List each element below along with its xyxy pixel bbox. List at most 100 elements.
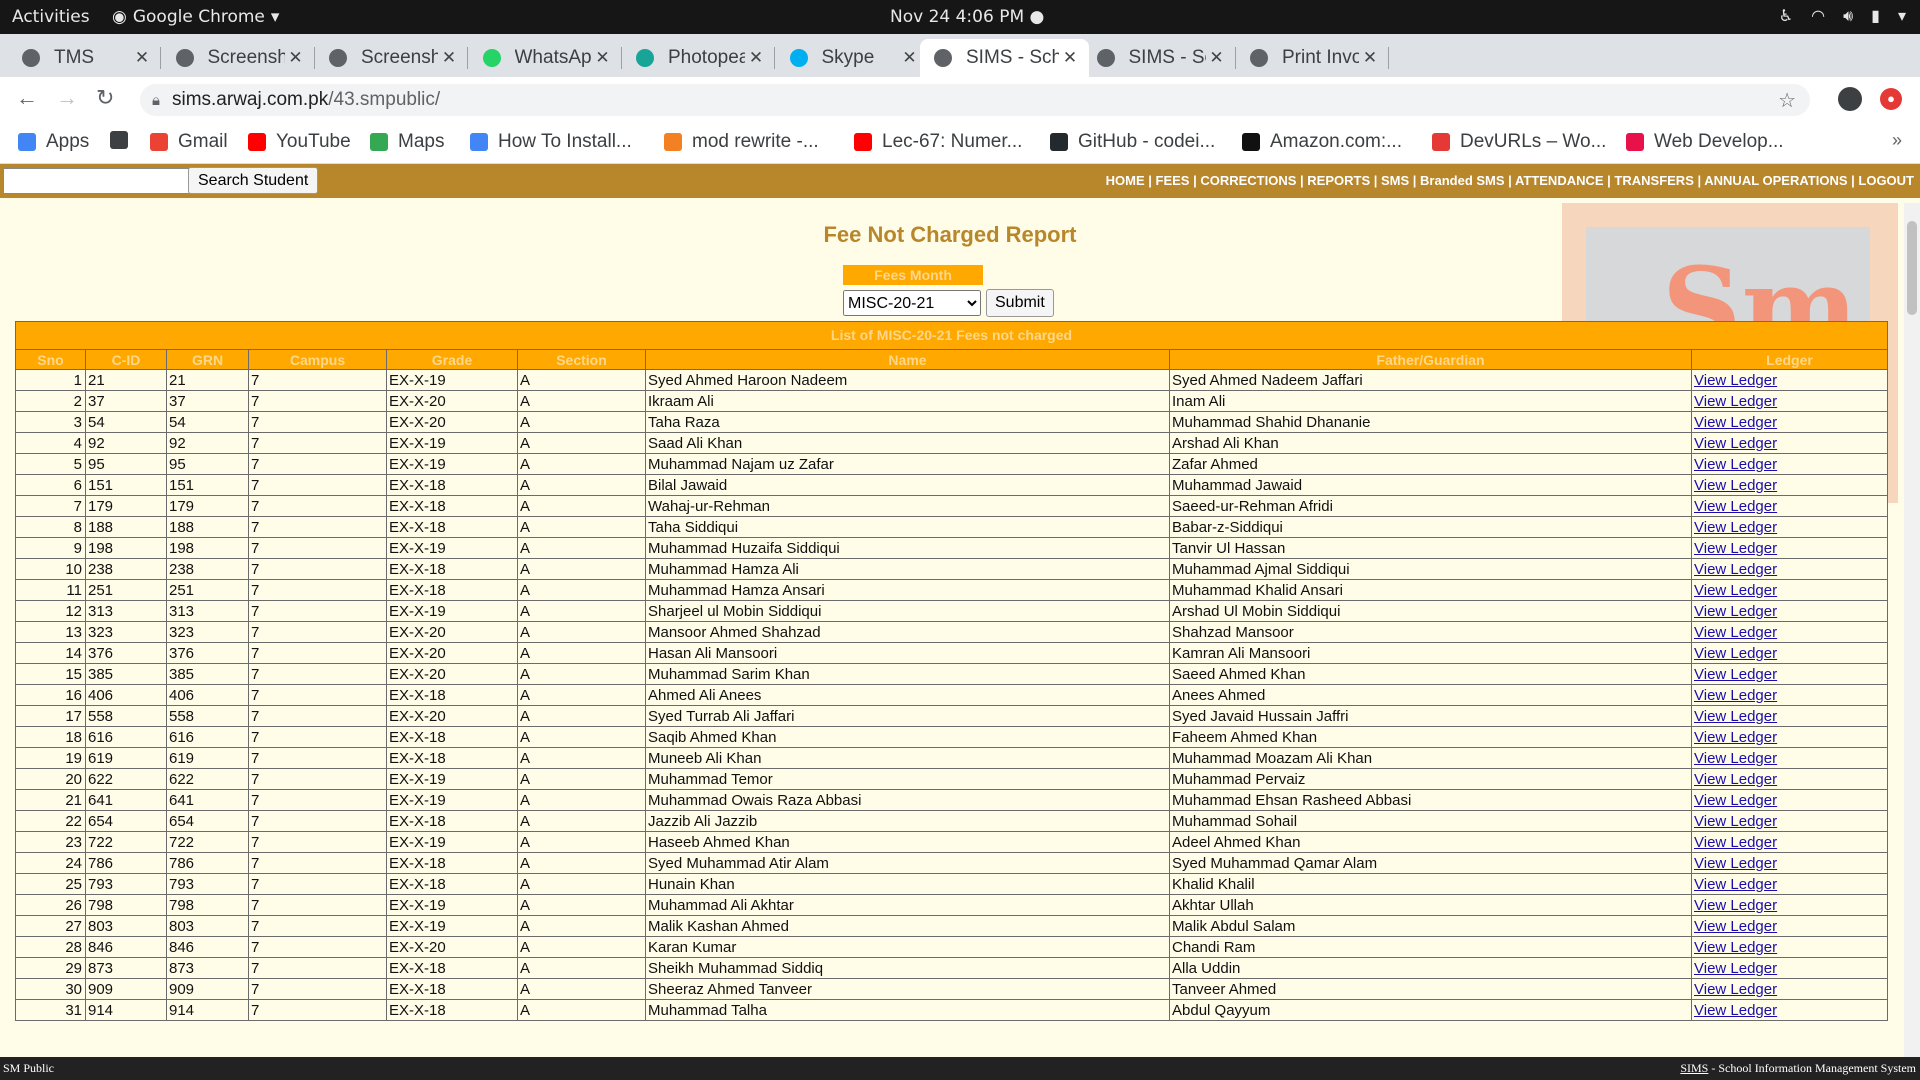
bookmark-item[interactable]: YouTube [248,131,351,153]
bookmark-item[interactable]: Gmail [150,131,228,153]
tab-close-icon[interactable]: ✕ [1206,48,1228,68]
reload-icon[interactable]: ↻ [96,85,114,111]
bookmark-star-icon[interactable]: ☆ [1778,88,1796,113]
view-ledger-link[interactable]: View Ledger [1694,393,1777,410]
browser-tab[interactable]: Skype ✕ [776,39,929,77]
bookmark-item[interactable] [110,131,138,149]
guardian-cell: Muhammad Pervaiz [1169,768,1692,790]
section-cell: A [517,621,646,643]
tab-close-icon[interactable]: ✕ [1059,48,1081,68]
view-ledger-link[interactable]: View Ledger [1694,1002,1777,1019]
view-ledger-link[interactable]: View Ledger [1694,456,1777,473]
fees-month-select[interactable]: MISC-20-21 [843,290,981,316]
tab-close-icon[interactable]: ✕ [131,48,153,68]
nav-link[interactable]: Branded SMS [1420,173,1505,188]
chevron-down-icon[interactable]: ▾ [1898,6,1906,26]
clock[interactable]: Nov 24 4:06 PM ● [890,7,1044,27]
nav-link[interactable]: FEES [1156,173,1190,188]
view-ledger-link[interactable]: View Ledger [1694,897,1777,914]
view-ledger-link[interactable]: View Ledger [1694,771,1777,788]
footer-sims-link[interactable]: SIMS [1680,1061,1708,1075]
browser-tab[interactable]: WhatsApp✕ [469,39,622,77]
nav-link[interactable]: ANNUAL OPERATIONS [1704,173,1847,188]
view-ledger-link[interactable]: View Ledger [1694,960,1777,977]
scrollbar-thumb[interactable] [1907,221,1917,315]
view-ledger-link[interactable]: View Ledger [1694,918,1777,935]
browser-tab[interactable]: Photopea | O✕ [622,39,775,77]
nav-link[interactable]: TRANSFERS [1614,173,1693,188]
browser-tab[interactable]: Screenshot_✕ [315,39,468,77]
view-ledger-link[interactable]: View Ledger [1694,834,1777,851]
view-ledger-link[interactable]: View Ledger [1694,981,1777,998]
extension-icon[interactable]: ● [1880,88,1902,110]
view-ledger-link[interactable]: View Ledger [1694,855,1777,872]
view-ledger-link[interactable]: View Ledger [1694,603,1777,620]
view-ledger-link[interactable]: View Ledger [1694,708,1777,725]
volume-icon[interactable]: 🔊︎ [1843,6,1853,26]
view-ledger-link[interactable]: View Ledger [1694,645,1777,662]
nav-link[interactable]: HOME [1106,173,1145,188]
view-ledger-link[interactable]: View Ledger [1694,750,1777,767]
view-ledger-link[interactable]: View Ledger [1694,813,1777,830]
battery-icon[interactable]: ▮ [1871,6,1880,26]
activities-button[interactable]: Activities [12,7,90,27]
nav-link[interactable]: REPORTS [1307,173,1370,188]
bookmark-item[interactable]: Amazon.com:... [1242,131,1402,153]
tab-close-icon[interactable]: ✕ [899,48,921,68]
browser-tab[interactable]: SIMS - Schoo✕ [1083,39,1236,77]
bookmark-item[interactable]: Web Develop... [1626,131,1784,153]
tab-close-icon[interactable]: ✕ [745,48,767,68]
submit-button[interactable]: Submit [986,289,1054,317]
browser-tab[interactable]: SIMS - Schoo✕ [920,39,1089,77]
lock-icon[interactable]: 🔒︎ [152,92,160,109]
view-ledger-link[interactable]: View Ledger [1694,498,1777,515]
view-ledger-link[interactable]: View Ledger [1694,372,1777,389]
bookmark-item[interactable]: DevURLs – Wo... [1432,131,1606,153]
bookmark-item[interactable]: mod rewrite -... [664,131,819,153]
address-bar[interactable]: 🔒︎ sims.arwaj.com.pk /43.smpublic/ ☆ [140,84,1810,116]
tab-close-icon[interactable]: ✕ [438,48,460,68]
search-student-button[interactable]: Search Student [188,167,319,194]
view-ledger-link[interactable]: View Ledger [1694,939,1777,956]
bookmark-item[interactable]: Lec-67: Numer... [854,131,1022,153]
view-ledger-link[interactable]: View Ledger [1694,666,1777,683]
ledger-cell: View Ledger [1691,516,1888,538]
nav-link[interactable]: LOGOUT [1858,173,1914,188]
student-search-input[interactable] [3,168,191,194]
view-ledger-link[interactable]: View Ledger [1694,624,1777,641]
nav-link[interactable]: SMS [1381,173,1409,188]
back-arrow-icon[interactable]: ← [16,85,38,111]
accessibility-icon[interactable]: ♿ [1779,6,1793,26]
wifi-icon[interactable]: ◠ [1811,6,1825,26]
view-ledger-link[interactable]: View Ledger [1694,561,1777,578]
view-ledger-link[interactable]: View Ledger [1694,582,1777,599]
tab-close-icon[interactable]: ✕ [1359,48,1381,68]
system-tray[interactable]: ♿ ◠ 🔊︎ ▮ ▾ [1779,6,1906,26]
browser-tab[interactable]: Screenshot_✕ [162,39,315,77]
view-ledger-link[interactable]: View Ledger [1694,477,1777,494]
bookmark-item[interactable]: Maps [370,131,444,153]
bookmark-item[interactable]: How To Install... [470,131,632,153]
profile-avatar-icon[interactable] [1838,87,1862,111]
ledger-cell: View Ledger [1691,642,1888,664]
tab-close-icon[interactable]: ✕ [285,48,307,68]
view-ledger-link[interactable]: View Ledger [1694,687,1777,704]
nav-link[interactable]: ATTENDANCE [1515,173,1604,188]
forward-arrow-icon[interactable]: → [56,85,78,111]
view-ledger-link[interactable]: View Ledger [1694,519,1777,536]
bookmarks-overflow-icon[interactable]: » [1892,130,1902,151]
view-ledger-link[interactable]: View Ledger [1694,414,1777,431]
nav-link[interactable]: CORRECTIONS [1200,173,1296,188]
bookmark-item[interactable]: GitHub - codei... [1050,131,1215,153]
bookmark-item[interactable]: Apps [18,131,89,153]
view-ledger-link[interactable]: View Ledger [1694,792,1777,809]
page-scrollbar[interactable] [1904,203,1920,1057]
browser-tab[interactable]: Print Invoice✕ [1236,39,1389,77]
view-ledger-link[interactable]: View Ledger [1694,540,1777,557]
view-ledger-link[interactable]: View Ledger [1694,729,1777,746]
app-menu[interactable]: ◉ Google Chrome ▾ [112,7,279,27]
view-ledger-link[interactable]: View Ledger [1694,876,1777,893]
tab-close-icon[interactable]: ✕ [592,48,614,68]
browser-tab[interactable]: TMS ✕ [8,39,161,77]
view-ledger-link[interactable]: View Ledger [1694,435,1777,452]
